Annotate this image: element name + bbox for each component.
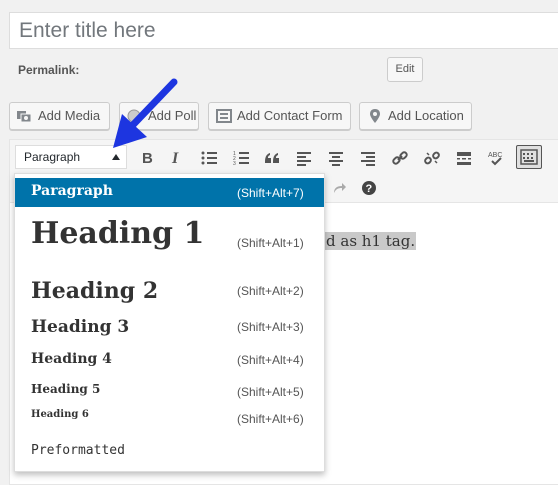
add-media-label: Add Media [38,108,101,123]
format-option-heading-1[interactable]: Heading 1 (Shift+Alt+1) [15,210,324,274]
editor-content-text[interactable]: d as h1 tag. [325,232,417,250]
location-pin-icon [370,109,380,123]
format-dropdown-menu: Paragraph (Shift+Alt+7) Heading 1 (Shift… [14,173,325,472]
format-option-shortcut: (Shift+Alt+5) [237,385,304,399]
format-option-preformatted[interactable]: Preformatted [15,440,324,470]
format-option-heading-5[interactable]: Heading 5 (Shift+Alt+5) [15,379,324,412]
annotation-arrow-icon [113,78,178,148]
format-option-label: Heading 1 [31,216,205,251]
format-option-label: Heading 5 [31,382,101,396]
format-option-heading-6[interactable]: Heading 6 (Shift+Alt+6) [15,409,324,443]
format-option-label: Heading 6 [31,409,89,420]
format-option-label: Heading 4 [31,351,112,367]
svg-text:3: 3 [233,161,236,166]
read-more-icon[interactable] [453,147,475,169]
help-icon[interactable]: ? [358,177,380,199]
format-option-shortcut: (Shift+Alt+3) [237,320,304,334]
add-location-button[interactable]: Add Location [359,102,472,130]
permalink-edit-button[interactable]: Edit [387,57,423,82]
add-contact-form-label: Add Contact Form [237,108,343,123]
redo-icon[interactable] [328,177,350,199]
add-media-icon [17,111,32,123]
format-option-shortcut: (Shift+Alt+4) [237,353,304,367]
bulleted-list-icon[interactable] [198,147,220,169]
format-option-heading-2[interactable]: Heading 2 (Shift+Alt+2) [15,274,324,312]
align-center-icon[interactable] [325,147,347,169]
numbered-list-icon[interactable]: 123 [230,147,252,169]
toolbar-toggle-icon[interactable] [516,145,542,169]
add-location-label: Add Location [388,108,464,123]
format-option-heading-3[interactable]: Heading 3 (Shift+Alt+3) [15,312,324,346]
align-left-icon[interactable] [293,147,315,169]
format-option-paragraph[interactable]: Paragraph (Shift+Alt+7) [15,178,324,207]
format-select-value: Paragraph [24,150,81,164]
help-glyph: ? [366,183,373,195]
permalink-label: Permalink: [18,63,80,77]
add-media-button[interactable]: Add Media [9,102,110,130]
format-option-label: Heading 3 [31,317,130,337]
remove-link-icon[interactable] [421,147,443,169]
align-right-icon[interactable] [357,147,379,169]
format-option-label: Paragraph [31,183,113,199]
blockquote-icon[interactable] [261,147,283,169]
format-option-shortcut: (Shift+Alt+1) [237,236,304,250]
post-title-input[interactable]: Enter title here [9,12,558,49]
format-option-shortcut: (Shift+Alt+6) [237,412,304,426]
add-contact-form-button[interactable]: Add Contact Form [208,102,351,130]
format-option-shortcut: (Shift+Alt+7) [237,186,304,200]
format-option-shortcut: (Shift+Alt+2) [237,284,304,298]
format-option-label: Heading 2 [31,278,159,304]
contact-form-icon [216,109,232,123]
format-option-label: Preformatted [31,443,125,458]
format-option-heading-4[interactable]: Heading 4 (Shift+Alt+4) [15,346,324,379]
spellcheck-icon[interactable]: ABC [485,147,507,169]
insert-link-icon[interactable] [389,147,411,169]
